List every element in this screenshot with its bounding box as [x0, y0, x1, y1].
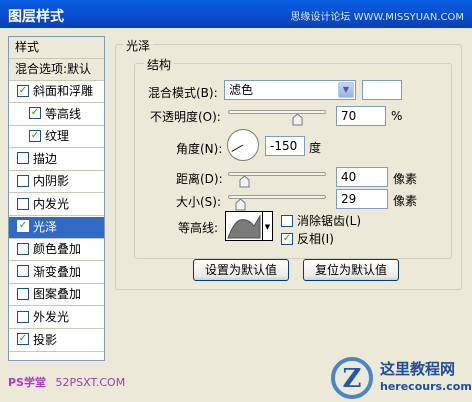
style-list: 样式 混合选项:默认 ✓ 斜面和浮雕 ✓ 等高线 ✓ 纹理描边内阴影内发光 ✓ 光泽颜色叠加渐…: [8, 36, 105, 361]
style-item-label: 外发光: [33, 310, 70, 324]
footer-logo: PS学堂 52PSXT.COM: [8, 374, 125, 390]
contour-dropdown-arrow[interactable]: ▼: [263, 211, 273, 241]
opacity-input[interactable]: 70: [336, 106, 386, 126]
title-bar: 图层样式 思缘设计论坛 WWW.MISSYUAN.COM: [0, 0, 472, 28]
style-item-checkbox[interactable]: [17, 242, 29, 255]
style-item-6[interactable]: ✓ 光泽: [9, 216, 104, 239]
invert-checkbox[interactable]: ✓: [281, 232, 293, 245]
distance-slider-thumb[interactable]: [239, 175, 250, 188]
make-default-button[interactable]: 设置为默认值: [193, 259, 289, 281]
style-item-9[interactable]: 图案叠加: [9, 284, 104, 307]
distance-unit: 像素: [393, 172, 418, 186]
style-item-checkbox[interactable]: [17, 265, 29, 278]
style-item-3[interactable]: 描边: [9, 149, 104, 171]
brand-z-logo-icon: Z: [331, 357, 373, 399]
size-input[interactable]: 29: [336, 189, 388, 209]
style-item-checkbox[interactable]: ✓: [29, 129, 41, 142]
opacity-slider-track[interactable]: [228, 110, 326, 114]
structure-group-title: 结构: [144, 56, 175, 73]
distance-input[interactable]: 40: [336, 167, 388, 187]
brand-watermark: Z 这里教程网 herecours.com: [330, 354, 472, 402]
style-item-label: 描边: [33, 151, 58, 166]
style-item-checkbox[interactable]: [17, 174, 29, 187]
chevron-down-icon[interactable]: ▼: [338, 82, 354, 98]
style-item-checkbox[interactable]: ✓: [17, 220, 29, 233]
style-item-2[interactable]: ✓ 纹理: [9, 126, 104, 149]
style-item-checkbox[interactable]: [17, 152, 29, 165]
contour-preview[interactable]: [225, 211, 263, 241]
angle-label: 角度(N):: [176, 142, 223, 156]
style-item-label: 图案叠加: [33, 287, 82, 302]
style-item-1[interactable]: ✓ 等高线: [9, 104, 104, 126]
angle-unit: 度: [309, 141, 322, 155]
opacity-unit: %: [391, 109, 403, 123]
satin-group-title: 光泽: [123, 37, 154, 54]
antialias-checkbox[interactable]: [281, 214, 293, 227]
style-item-checkbox[interactable]: [17, 197, 29, 210]
antialias-option[interactable]: 消除锯齿(L): [281, 212, 361, 229]
invert-label: 反相(I): [297, 232, 334, 246]
styles-header[interactable]: 样式: [9, 37, 104, 59]
ps-school-logo: PS学堂: [8, 376, 46, 389]
style-item-4[interactable]: 内阴影: [9, 171, 104, 194]
contour-label: 等高线:: [178, 221, 219, 235]
style-item-checkbox[interactable]: ✓: [29, 107, 41, 120]
size-label: 大小(S):: [176, 195, 222, 209]
blend-mode-value: 滤色: [229, 83, 254, 97]
style-item-10[interactable]: 外发光: [9, 307, 104, 329]
angle-input[interactable]: -150: [265, 136, 305, 156]
style-item-label: 内发光: [33, 197, 70, 211]
distance-label: 距离(D):: [176, 172, 223, 186]
contour-curve-icon: [227, 214, 261, 239]
style-item-7[interactable]: 颜色叠加: [9, 239, 104, 262]
blend-color-swatch[interactable]: [362, 80, 402, 100]
watermark-text: 思缘设计论坛 WWW.MISSYUAN.COM: [290, 12, 464, 23]
style-item-checkbox[interactable]: [17, 310, 29, 323]
style-item-checkbox[interactable]: ✓: [17, 333, 29, 346]
blend-mode-select[interactable]: 滤色 ▼: [224, 80, 356, 100]
style-item-label: 斜面和浮雕: [33, 84, 94, 98]
style-item-11[interactable]: ✓ 投影: [9, 330, 104, 352]
style-item-label: 颜色叠加: [33, 242, 82, 257]
style-item-label: 等高线: [45, 106, 82, 121]
window-title: 图层样式: [8, 9, 64, 25]
opacity-label: 不透明度(O):: [150, 110, 221, 124]
style-item-8[interactable]: 渐变叠加: [9, 262, 104, 284]
blend-mode-label: 混合模式(B):: [148, 86, 218, 100]
style-item-checkbox[interactable]: [17, 287, 29, 300]
style-item-label: 纹理: [45, 129, 70, 144]
style-item-checkbox[interactable]: ✓: [17, 84, 29, 97]
invert-option[interactable]: ✓ 反相(I): [281, 230, 334, 247]
antialias-label: 消除锯齿(L): [297, 214, 362, 228]
size-slider-thumb[interactable]: [235, 198, 246, 211]
size-unit: 像素: [393, 194, 418, 208]
brand-name: 这里教程网: [380, 360, 456, 378]
style-item-5[interactable]: 内发光: [9, 194, 104, 216]
angle-dial-icon[interactable]: [226, 128, 260, 162]
ps-school-url: 52PSXT.COM: [55, 376, 126, 389]
svg-text:Z: Z: [343, 364, 362, 394]
brand-url: herecours.com: [380, 380, 472, 393]
reset-default-button[interactable]: 复位为默认值: [303, 259, 399, 281]
style-item-label: 渐变叠加: [33, 264, 82, 279]
style-item-label: 光泽: [33, 219, 58, 234]
style-item-label: 内阴影: [33, 174, 70, 189]
blending-options-item[interactable]: 混合选项:默认: [9, 59, 104, 81]
opacity-slider-thumb[interactable]: [292, 113, 303, 126]
style-item-label: 投影: [33, 332, 58, 347]
style-item-0[interactable]: ✓ 斜面和浮雕: [9, 81, 104, 103]
